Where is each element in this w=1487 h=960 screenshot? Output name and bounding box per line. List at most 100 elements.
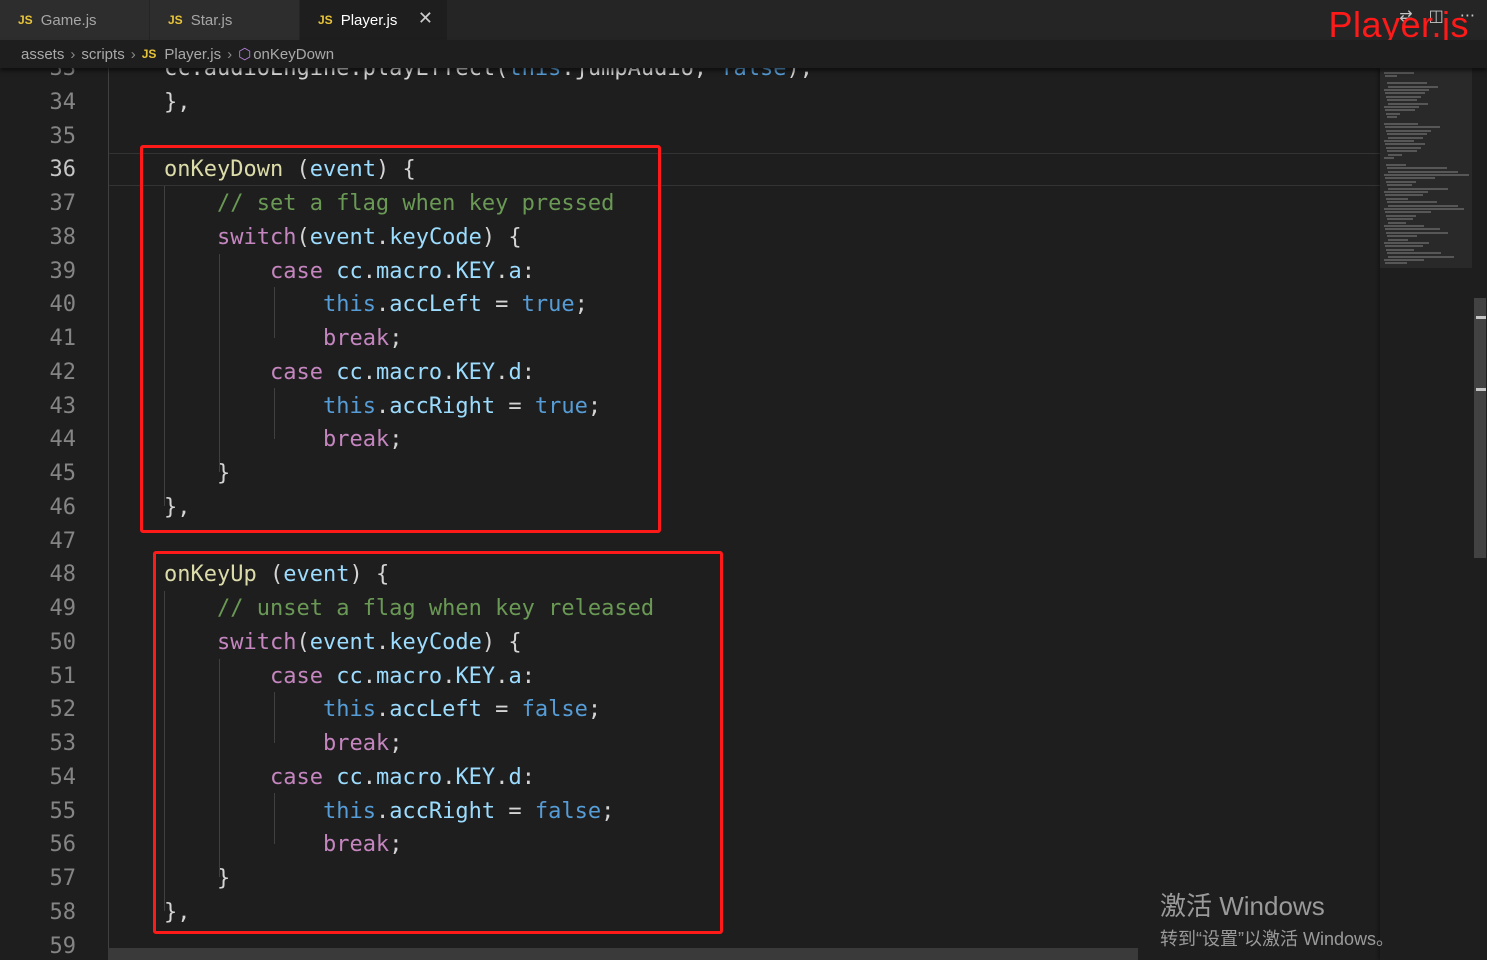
code-token: }, (164, 89, 191, 115)
minimap-line (1387, 133, 1427, 136)
horizontal-scrollbar[interactable] (108, 948, 1138, 960)
tab-label: Game.js (40, 11, 97, 29)
highlight-box-onkeydown (140, 145, 661, 533)
minimap-line (1384, 72, 1414, 74)
minimap-line (1384, 89, 1429, 91)
tab-player-js[interactable]: JS Player.js ✕ (300, 0, 448, 40)
minimap-line (1385, 143, 1425, 146)
minimap-line (1388, 136, 1423, 139)
line-number: 58 (49, 899, 77, 925)
line-number: 35 (49, 123, 77, 149)
watermark-line-1: 激活 Windows (1160, 891, 1325, 921)
breadcrumb-file[interactable]: Player.js (164, 46, 221, 63)
scrollbar-marker (1476, 316, 1486, 319)
line-number: 48 (49, 562, 77, 588)
js-file-icon: JS (168, 13, 183, 27)
js-file-icon: JS (18, 13, 33, 27)
line-number: 49 (49, 596, 77, 621)
tab-label: Star.js (190, 11, 233, 29)
code-token: ); (786, 68, 814, 81)
tab-bar: JS Game.js JS Star.js JS Player.js ✕ ⇄ ◫… (0, 0, 1487, 45)
minimap-line (1388, 102, 1428, 105)
js-file-icon: JS (141, 47, 157, 61)
cube-icon: ⬡ (238, 45, 252, 63)
minimap-line (1384, 157, 1394, 159)
minimap-line (1388, 85, 1438, 88)
tab-star-js[interactable]: JS Star.js (150, 0, 300, 40)
line-number: 44 (49, 427, 77, 453)
line-number: 36 (49, 157, 77, 183)
minimap-line (1387, 167, 1447, 170)
minimap-line (1385, 245, 1423, 248)
minimap-line (1385, 228, 1440, 231)
minimap-line (1386, 197, 1408, 200)
tab-game-js[interactable]: JS Game.js (0, 0, 150, 40)
line-number: 56 (49, 832, 77, 858)
minimap-line (1384, 123, 1418, 125)
minimap-line (1385, 211, 1431, 214)
breadcrumb-scripts[interactable]: scripts (81, 46, 124, 63)
line-number: 46 (49, 494, 77, 520)
line-number: 41 (49, 326, 77, 351)
minimap-line (1384, 208, 1464, 210)
minimap-line (1387, 235, 1417, 238)
close-icon[interactable]: ✕ (418, 8, 433, 29)
minimap-line (1386, 163, 1406, 166)
minimap-line (1387, 82, 1427, 85)
line-number: 37 (49, 191, 77, 216)
line-number: 47 (49, 528, 77, 554)
chevron-right-icon: › (227, 45, 233, 63)
line-number: 38 (49, 224, 77, 250)
line-number: 40 (49, 292, 77, 318)
line-number: 55 (49, 798, 77, 824)
code-token: .jumpAudio, (561, 68, 721, 81)
breadcrumb: assets › scripts › JS Player.js › ⬡ onKe… (0, 40, 1487, 68)
code-token: cc.audioEngine.playEffect( (164, 68, 509, 81)
minimap-line (1387, 218, 1413, 221)
minimap-line (1387, 201, 1437, 204)
breadcrumb-assets[interactable]: assets (21, 46, 64, 63)
scrollbar-thumb[interactable] (1474, 298, 1486, 558)
watermark-line-2: 转到“设置”以激活 Windows。 (1160, 929, 1395, 949)
minimap-line (1388, 187, 1448, 190)
windows-activation-watermark: 激活 Windows 转到“设置”以激活 Windows。 (1160, 886, 1394, 951)
line-number: 34 (49, 89, 77, 115)
indent-guide (108, 68, 109, 960)
minimap-line (1386, 112, 1400, 115)
minimap-line (1387, 150, 1417, 153)
line-number: 33 (49, 68, 77, 81)
minimap-line (1385, 262, 1407, 265)
code-line[interactable]: cc.audioEngine.playEffect(this.jumpAudio… (164, 68, 813, 85)
minimap-line (1384, 259, 1424, 261)
minimap[interactable] (1380, 68, 1472, 960)
highlight-box-onkeyup (153, 551, 723, 934)
code-token: this (508, 68, 562, 81)
minimap-line (1386, 248, 1414, 251)
line-number: 51 (49, 663, 77, 689)
minimap-line (1388, 153, 1402, 156)
line-number: 57 (49, 866, 77, 891)
minimap-line (1384, 225, 1424, 227)
line-number: 54 (49, 764, 77, 790)
minimap-line (1384, 106, 1419, 108)
js-file-icon: JS (318, 13, 333, 27)
line-number: 52 (49, 697, 77, 723)
code-token: false (720, 68, 787, 81)
line-number: 43 (49, 393, 77, 419)
minimap-line (1384, 191, 1428, 193)
code-line[interactable]: }, (164, 86, 191, 119)
vertical-scrollbar[interactable] (1472, 68, 1487, 960)
minimap-line (1387, 99, 1417, 102)
line-number: 45 (49, 461, 77, 486)
minimap-line (1385, 75, 1397, 78)
minimap-line (1385, 109, 1415, 112)
breadcrumb-symbol[interactable]: onKeyDown (253, 46, 334, 63)
line-number: 53 (49, 731, 77, 756)
minimap-line (1388, 255, 1454, 258)
minimap-line (1386, 214, 1416, 217)
line-number: 59 (49, 933, 77, 959)
minimap-line (1387, 252, 1441, 255)
minimap-line (1384, 140, 1414, 142)
minimap-line (1385, 126, 1440, 129)
line-number: 42 (49, 359, 77, 385)
